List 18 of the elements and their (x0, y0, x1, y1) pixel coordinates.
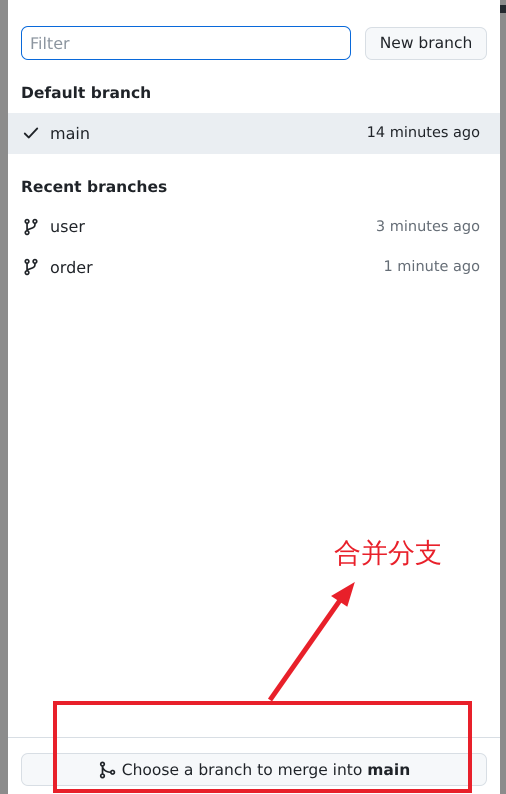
branch-item[interactable]: order 1 minute ago (8, 247, 500, 288)
section-heading: Default branch (20, 83, 152, 104)
new-branch-button[interactable]: New branch (365, 26, 487, 60)
annotation-label: 合并分支 (334, 537, 442, 571)
branch-time: 1 minute ago (383, 259, 480, 276)
branch-time: 14 minutes ago (366, 125, 480, 142)
branch-name: main (50, 124, 91, 143)
merge-icon (98, 760, 116, 778)
merge-branch-button[interactable]: Choose a branch to merge into main (21, 753, 487, 786)
filter-field[interactable]: Filter (21, 26, 351, 60)
branch-name: user (50, 217, 86, 236)
branch-icon (22, 258, 40, 276)
branch-item[interactable]: user 3 minutes ago (8, 206, 500, 247)
branch-icon (22, 218, 40, 236)
section-heading: Recent branches (20, 176, 168, 198)
branch-time: 3 minutes ago (376, 218, 480, 235)
branch-name: order (50, 258, 94, 277)
branch-item[interactable]: main 14 minutes ago (8, 113, 500, 154)
